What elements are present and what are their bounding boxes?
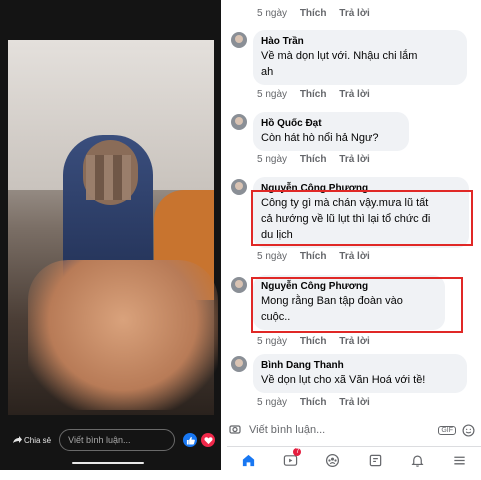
video-action-bar: Chia sẻ Viết bình luận... bbox=[0, 425, 221, 455]
emoji-icon[interactable] bbox=[462, 423, 475, 437]
share-label: Chia sẻ bbox=[24, 435, 52, 445]
avatar[interactable] bbox=[231, 179, 247, 195]
like-link[interactable]: Thích bbox=[300, 397, 327, 408]
menu-icon bbox=[454, 456, 465, 464]
highlight-box bbox=[251, 190, 473, 246]
highlight-box bbox=[251, 277, 463, 333]
avatar[interactable] bbox=[231, 277, 247, 293]
share-button[interactable]: Chia sẻ bbox=[12, 435, 51, 445]
video-player[interactable]: Chia sẻ Viết bình luận... bbox=[0, 0, 221, 470]
comment-input[interactable]: Viết bình luận... bbox=[249, 424, 438, 436]
video-stacked-hands bbox=[28, 260, 218, 410]
comment-meta: 5 ngày Thích Trả lời bbox=[257, 89, 380, 100]
comments-panel: 5 ngày Thích Trả lời Hào Trần Về mà dọn … bbox=[227, 0, 481, 480]
comment-time: 5 ngày bbox=[257, 89, 288, 100]
comment-meta: 5 ngày Thích Trả lời bbox=[257, 8, 380, 19]
video-face-blur bbox=[86, 155, 131, 200]
comment-author[interactable]: Bình Dang Thanh bbox=[261, 359, 459, 372]
like-link[interactable]: Thích bbox=[300, 251, 327, 262]
comment-composer[interactable]: Viết bình luận... GIF bbox=[227, 418, 481, 442]
heart-icon bbox=[203, 436, 213, 444]
comment-meta: 5 ngày Thích Trả lời bbox=[257, 397, 380, 408]
comment-time: 5 ngày bbox=[257, 8, 288, 19]
reply-link[interactable]: Trả lời bbox=[339, 89, 369, 100]
video-frame bbox=[8, 40, 218, 415]
tab-watch[interactable]: 7 bbox=[281, 448, 302, 469]
comment-meta: 5 ngày Thích Trả lời bbox=[257, 154, 380, 165]
comment-meta: 5 ngày Thích Trả lời bbox=[257, 251, 380, 262]
reply-link[interactable]: Trả lời bbox=[339, 154, 369, 165]
share-icon bbox=[13, 436, 22, 443]
page-icon bbox=[369, 454, 381, 466]
comment-time: 5 ngày bbox=[257, 154, 288, 165]
avatar[interactable] bbox=[231, 356, 247, 372]
avatar[interactable] bbox=[231, 32, 247, 48]
avatar[interactable] bbox=[231, 114, 247, 130]
comment-meta: 5 ngày Thích Trả lời bbox=[257, 336, 380, 347]
tab-menu[interactable] bbox=[451, 451, 469, 469]
reply-link[interactable]: Trả lời bbox=[339, 8, 369, 19]
comment-text-line: Về dọn lụt cho xã Văn Hoá với tề! bbox=[261, 374, 426, 386]
comment-bubble: Bình Dang Thanh Về dọn lụt cho xã Văn Ho… bbox=[253, 354, 467, 393]
comment-author[interactable]: Hào Trần bbox=[261, 35, 459, 48]
bell-icon bbox=[411, 454, 424, 467]
video-comment-input[interactable]: Viết bình luận... bbox=[59, 429, 175, 451]
reply-link[interactable]: Trả lời bbox=[339, 336, 369, 347]
like-link[interactable]: Thích bbox=[300, 336, 327, 347]
comment-text-line: ah bbox=[261, 66, 274, 78]
comment-time: 5 ngày bbox=[257, 336, 288, 347]
comment-time: 5 ngày bbox=[257, 397, 288, 408]
home-icon bbox=[242, 454, 254, 466]
like-link[interactable]: Thích bbox=[300, 89, 327, 100]
notification-badge: 7 bbox=[293, 448, 302, 456]
reply-link[interactable]: Trả lời bbox=[339, 397, 369, 408]
comment-bubble: Hào Trần Về mà dọn lụt với. Nhậu chi lắm… bbox=[253, 30, 467, 85]
comment-text-line: Về mà dọn lụt với. Nhậu chi lắm bbox=[261, 50, 418, 62]
comment-time: 5 ngày bbox=[257, 251, 288, 262]
thumbs-up-icon bbox=[186, 436, 195, 445]
like-link[interactable]: Thích bbox=[300, 154, 327, 165]
camera-icon[interactable] bbox=[229, 423, 241, 435]
tab-pages[interactable] bbox=[366, 451, 384, 469]
like-link[interactable]: Thích bbox=[300, 8, 327, 19]
groups-icon bbox=[326, 453, 340, 467]
home-indicator bbox=[72, 462, 144, 464]
tab-groups[interactable] bbox=[324, 451, 342, 469]
love-reaction-button[interactable] bbox=[201, 433, 215, 447]
comment-text-line: Còn hát hò nổi hả Ngư? bbox=[261, 132, 379, 144]
tab-home[interactable] bbox=[239, 451, 257, 469]
tab-notifications[interactable] bbox=[408, 451, 426, 469]
gif-button[interactable]: GIF bbox=[438, 425, 456, 435]
comment-bubble: Hồ Quốc Đạt Còn hát hò nổi hả Ngư? bbox=[253, 112, 409, 151]
reply-link[interactable]: Trả lời bbox=[339, 251, 369, 262]
like-reaction-button[interactable] bbox=[183, 433, 197, 447]
bottom-tab-bar: 7 bbox=[227, 446, 481, 473]
comment-author[interactable]: Hồ Quốc Đạt bbox=[261, 117, 401, 130]
